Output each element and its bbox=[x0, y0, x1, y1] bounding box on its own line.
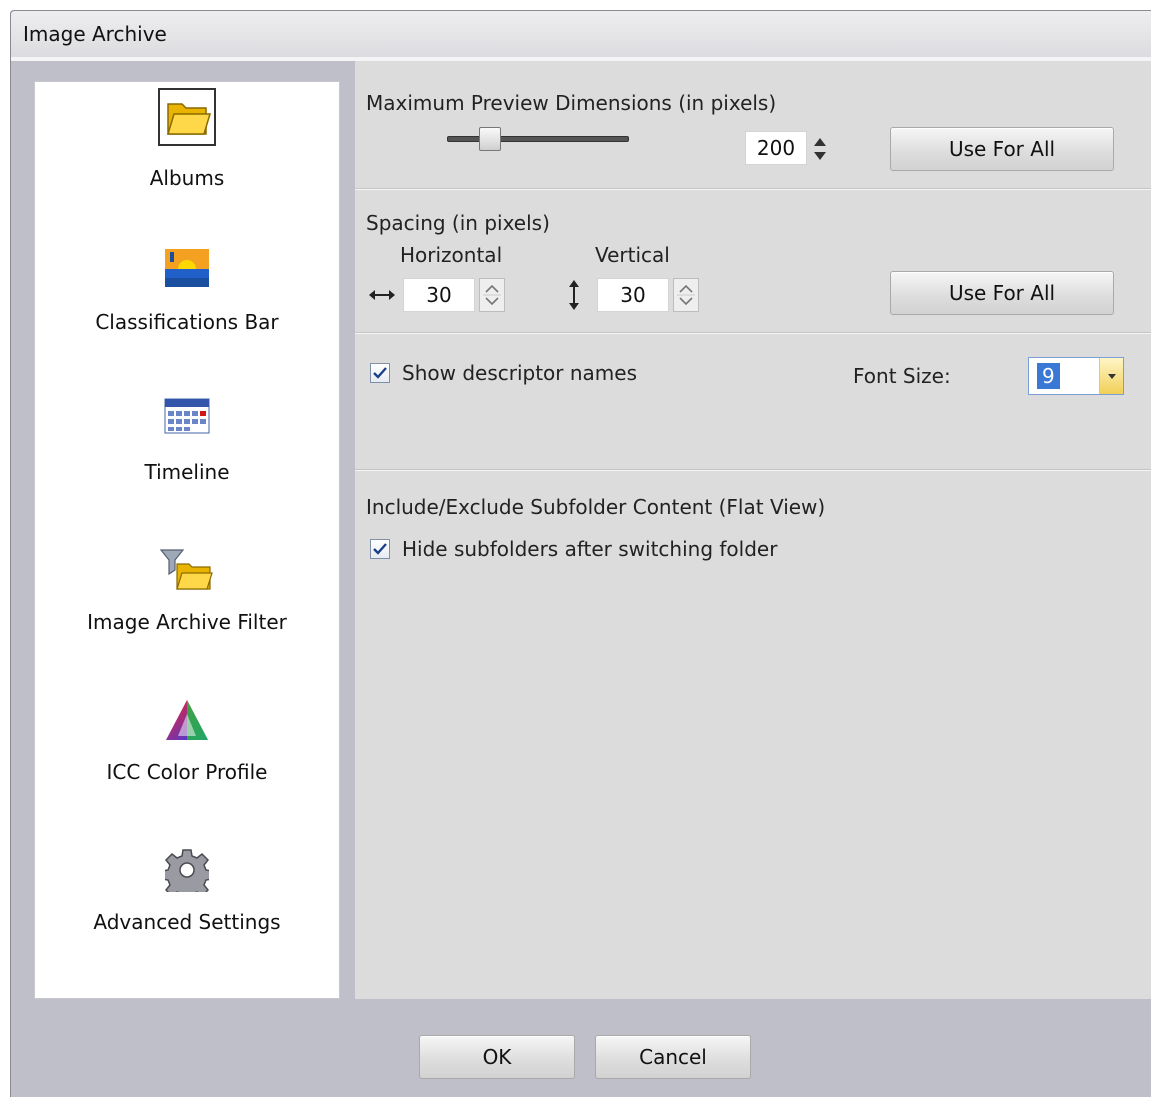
preview-dimensions-heading: Maximum Preview Dimensions (in pixels) bbox=[366, 91, 777, 115]
dialog-window: Image Archive Albums Classifications Bar… bbox=[10, 10, 1151, 1097]
show-descriptor-names-label: Show descriptor names bbox=[402, 361, 638, 385]
preview-use-for-all-button[interactable]: Use For All bbox=[890, 127, 1114, 171]
vertical-arrow-icon bbox=[563, 278, 585, 312]
show-descriptor-names-checkbox[interactable] bbox=[370, 363, 390, 383]
sidebar-item-label: Image Archive Filter bbox=[87, 610, 287, 634]
settings-content: Maximum Preview Dimensions (in pixels) 2… bbox=[355, 61, 1151, 999]
ok-button[interactable]: OK bbox=[419, 1035, 575, 1079]
sidebar-item-label: ICC Color Profile bbox=[106, 760, 268, 784]
sidebar-item-label: Albums bbox=[149, 166, 225, 190]
landscape-icon bbox=[164, 248, 210, 293]
preview-size-stepper[interactable] bbox=[811, 135, 829, 163]
vertical-spacing-stepper[interactable] bbox=[673, 278, 699, 312]
spin-arrows-icon bbox=[483, 284, 501, 306]
horizontal-spacing-stepper[interactable] bbox=[479, 278, 505, 312]
sidebar-item-icc-color-profile[interactable]: ICC Color Profile bbox=[35, 698, 339, 818]
settings-sidebar: Albums Classifications Bar Timeline Imag… bbox=[34, 81, 340, 999]
preview-size-input[interactable]: 200 bbox=[745, 131, 807, 165]
horizontal-label: Horizontal bbox=[400, 243, 503, 267]
sidebar-item-label: Timeline bbox=[144, 460, 230, 484]
slider-track bbox=[447, 136, 629, 142]
vertical-spacing-input[interactable]: 30 bbox=[597, 278, 669, 312]
window-title: Image Archive bbox=[23, 22, 167, 46]
gear-icon bbox=[161, 848, 213, 901]
horizontal-spacing-input[interactable]: 30 bbox=[403, 278, 475, 312]
spin-arrows-icon bbox=[677, 284, 695, 306]
slider-thumb[interactable] bbox=[479, 127, 501, 151]
sidebar-item-advanced-settings[interactable]: Advanced Settings bbox=[35, 848, 339, 968]
folder-icon bbox=[158, 88, 216, 146]
font-size-select[interactable]: 9 bbox=[1028, 357, 1124, 395]
sidebar-item-label: Advanced Settings bbox=[93, 910, 281, 934]
sidebar-item-image-archive-filter[interactable]: Image Archive Filter bbox=[35, 548, 339, 668]
color-triangle-icon bbox=[164, 698, 210, 747]
spacing-use-for-all-button[interactable]: Use For All bbox=[890, 271, 1114, 315]
vertical-label: Vertical bbox=[595, 243, 670, 267]
cancel-button[interactable]: Cancel bbox=[595, 1035, 751, 1079]
horizontal-arrow-icon bbox=[367, 285, 397, 310]
preview-size-slider[interactable] bbox=[447, 127, 629, 151]
font-size-value: 9 bbox=[1037, 363, 1060, 389]
checkmark-icon bbox=[373, 543, 387, 555]
hide-subfolders-checkbox[interactable] bbox=[370, 539, 390, 559]
spacing-heading: Spacing (in pixels) bbox=[366, 211, 550, 235]
font-size-dropdown-button[interactable] bbox=[1099, 358, 1123, 394]
chevron-down-icon bbox=[1108, 374, 1116, 379]
calendar-icon bbox=[164, 398, 210, 439]
sidebar-item-timeline[interactable]: Timeline bbox=[35, 398, 339, 518]
sidebar-item-label: Classifications Bar bbox=[95, 310, 279, 334]
subfolder-content-heading: Include/Exclude Subfolder Content (Flat … bbox=[366, 495, 826, 519]
sidebar-item-albums[interactable]: Albums bbox=[35, 88, 339, 208]
checkmark-icon bbox=[373, 367, 387, 379]
font-size-label: Font Size: bbox=[853, 364, 951, 388]
up-down-arrows-icon bbox=[814, 138, 826, 160]
sidebar-item-classifications-bar[interactable]: Classifications Bar bbox=[35, 248, 339, 368]
title-bar[interactable]: Image Archive bbox=[11, 11, 1151, 58]
hide-subfolders-label: Hide subfolders after switching folder bbox=[402, 537, 778, 561]
filter-folder-icon bbox=[159, 548, 215, 599]
